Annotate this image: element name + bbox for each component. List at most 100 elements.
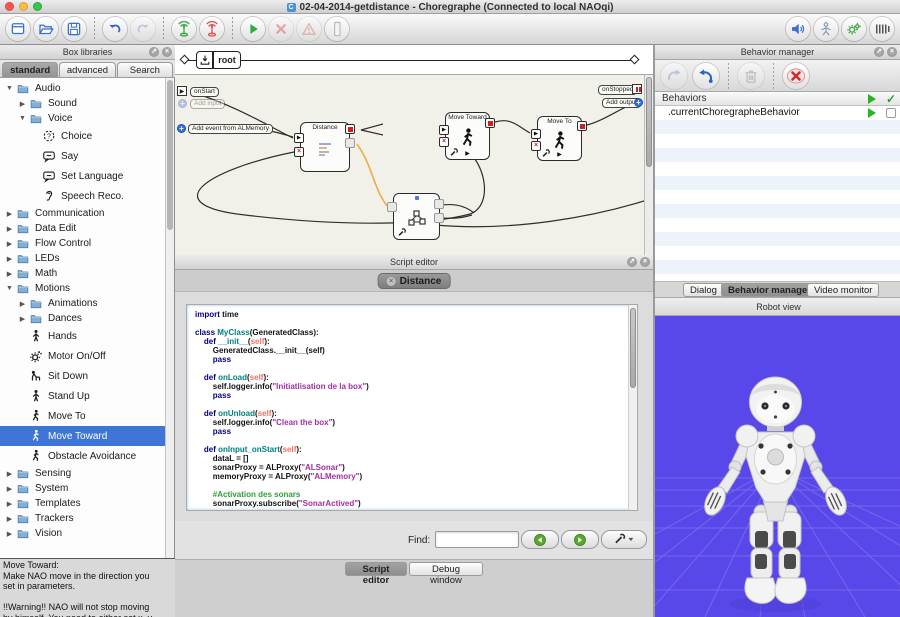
disconnect-button[interactable] [200, 17, 224, 41]
close-panel-button[interactable]: × [640, 257, 650, 267]
sidebar-item-sit-down[interactable]: Sit Down [0, 366, 166, 386]
sidebar-item-motions[interactable]: ▼Motions [0, 281, 166, 296]
stop-all-button[interactable] [783, 63, 809, 89]
add-event-label[interactable]: Add event from ALMemory [188, 124, 273, 134]
script-tab-distance[interactable]: × Distance [378, 273, 451, 289]
sidebar-item-set-language[interactable]: Set Language [0, 166, 166, 186]
sidebar-item-choice[interactable]: ?Choice [0, 126, 166, 146]
play-all-icon[interactable] [868, 94, 876, 104]
sidebar-item-animations[interactable]: ▶Animations [0, 296, 166, 311]
subdiagram-box[interactable] [393, 193, 440, 240]
tab-video-monitor[interactable]: Video monitor [807, 283, 879, 297]
move-toward-output-port[interactable] [485, 118, 495, 128]
expand-arrow-icon[interactable]: ▶ [17, 315, 28, 323]
sidebar-item-hands[interactable]: Hands [0, 326, 166, 346]
save-button[interactable] [62, 17, 86, 41]
tab-advanced[interactable]: advanced [59, 62, 115, 77]
distance-value-port[interactable] [345, 138, 355, 148]
distance-box[interactable]: Distance [300, 122, 350, 172]
collapse-arrow-icon[interactable]: ▼ [4, 85, 15, 92]
root-breadcrumb[interactable]: root [213, 51, 241, 69]
tab-dialog[interactable]: Dialog [683, 283, 724, 297]
subdiagram-output-port-2[interactable] [434, 213, 444, 223]
move-to-output-port[interactable] [577, 121, 587, 131]
sidebar-item-speech-reco-[interactable]: Speech Reco. [0, 186, 166, 206]
expand-arrow-icon[interactable]: ▶ [4, 240, 15, 248]
move-to-box[interactable]: Move To ▶ [537, 116, 582, 161]
tab-search[interactable]: Search [117, 62, 173, 77]
resources-button[interactable] [842, 17, 866, 41]
onstart-label[interactable]: onStart [190, 87, 219, 97]
find-input[interactable] [435, 531, 519, 548]
expand-arrow-icon[interactable]: ▶ [4, 485, 15, 493]
onstart-trigger-button[interactable]: ▶ [177, 86, 187, 96]
expand-arrow-icon[interactable]: ▶ [17, 100, 28, 108]
tab-behavior-manager[interactable]: Behavior manager [721, 283, 818, 297]
move-to-onstart-port[interactable]: ▶ [531, 129, 541, 139]
close-tab-icon[interactable]: × [387, 277, 396, 286]
play-behavior-button[interactable] [693, 63, 719, 89]
tab-script-editor[interactable]: Script editor [345, 562, 407, 576]
distance-output-port[interactable] [345, 124, 355, 134]
expand-arrow-icon[interactable]: ▶ [4, 515, 15, 523]
behavior-row[interactable]: .currentChoregrapheBehavior [655, 106, 900, 120]
close-panel-button[interactable]: × [162, 47, 172, 57]
root-enter-icon[interactable] [196, 51, 213, 69]
flow-diagram-canvas[interactable]: ▶ onStart + Add input + Add event from A… [175, 75, 644, 284]
distance-onstart-port[interactable]: ▶ [294, 133, 304, 143]
sidebar-item-math[interactable]: ▶Math [0, 266, 166, 281]
sidebar-item-data-edit[interactable]: ▶Data Edit [0, 221, 166, 236]
parameters-wrench-icon[interactable] [541, 148, 551, 158]
sidebar-item-dances[interactable]: ▶Dances [0, 311, 166, 326]
add-input-icon[interactable]: + [178, 99, 187, 108]
code-scrollbar[interactable] [628, 305, 637, 510]
tab-debug-window[interactable]: Debug window [409, 562, 483, 576]
move-toward-box[interactable]: Move Toward ▶ [445, 112, 490, 160]
distance-onstop-port[interactable]: × [294, 147, 304, 157]
expand-arrow-icon[interactable]: ▶ [4, 500, 15, 508]
undo-button[interactable] [103, 17, 127, 41]
find-next-button[interactable] [561, 530, 599, 549]
robot-3d-view[interactable] [655, 316, 900, 617]
sidebar-item-templates[interactable]: ▶Templates [0, 496, 166, 511]
robot-pose-button[interactable] [814, 17, 838, 41]
sidebar-item-sensing[interactable]: ▶Sensing [0, 466, 166, 481]
sidebar-item-system[interactable]: ▶System [0, 481, 166, 496]
expand-arrow-icon[interactable]: ▶ [4, 255, 15, 263]
float-panel-button[interactable]: ↗ [627, 257, 637, 267]
expand-arrow-icon[interactable]: ▶ [17, 300, 28, 308]
sidebar-item-flow-control[interactable]: ▶Flow Control [0, 236, 166, 251]
move-toward-onstop-port[interactable]: × [439, 137, 449, 147]
subdiagram-output-port-1[interactable] [434, 199, 444, 209]
tab-standard[interactable]: standard [2, 62, 58, 77]
move-toward-onstart-port[interactable]: ▶ [439, 125, 449, 135]
expand-arrow-icon[interactable]: ▶ [4, 270, 15, 278]
add-output-icon[interactable]: + [634, 98, 643, 107]
connect-button[interactable] [172, 17, 196, 41]
find-options-button[interactable] [601, 530, 647, 549]
move-to-onstop-port[interactable]: × [531, 141, 541, 151]
sidebar-item-voice[interactable]: ▼Voice [0, 111, 166, 126]
parameters-wrench-icon[interactable] [397, 227, 407, 237]
sidebar-item-move-toward[interactable]: Move Toward [0, 426, 166, 446]
expand-arrow-icon[interactable]: ▶ [4, 210, 15, 218]
sidebar-item-motor-on-off[interactable]: Motor On/Off [0, 346, 166, 366]
sidebar-item-stand-up[interactable]: Stand Up [0, 386, 166, 406]
add-event-icon[interactable]: + [177, 124, 186, 133]
sidebar-item-sound[interactable]: ▶Sound [0, 96, 166, 111]
expand-arrow-icon[interactable]: ▶ [4, 225, 15, 233]
stiffness-button[interactable] [870, 17, 894, 41]
default-behavior-checkbox[interactable] [886, 108, 896, 118]
sidebar-item-leds[interactable]: ▶LEDs [0, 251, 166, 266]
canvas-vertical-scrollbar[interactable] [644, 75, 653, 284]
speaker-button[interactable] [786, 17, 810, 41]
behavior-end-diamond[interactable] [630, 55, 640, 65]
play-behavior-icon[interactable] [868, 108, 876, 118]
onstopped-port[interactable] [632, 84, 642, 94]
new-document-button[interactable] [6, 17, 30, 41]
add-input-label[interactable]: Add input [190, 99, 225, 109]
sidebar-item-obstacle-avoidance[interactable]: Obstacle Avoidance [0, 446, 166, 466]
sidebar-item-audio[interactable]: ▼Audio [0, 81, 166, 96]
tree-scrollbar[interactable] [165, 78, 174, 558]
collapse-arrow-icon[interactable]: ▼ [17, 115, 28, 122]
